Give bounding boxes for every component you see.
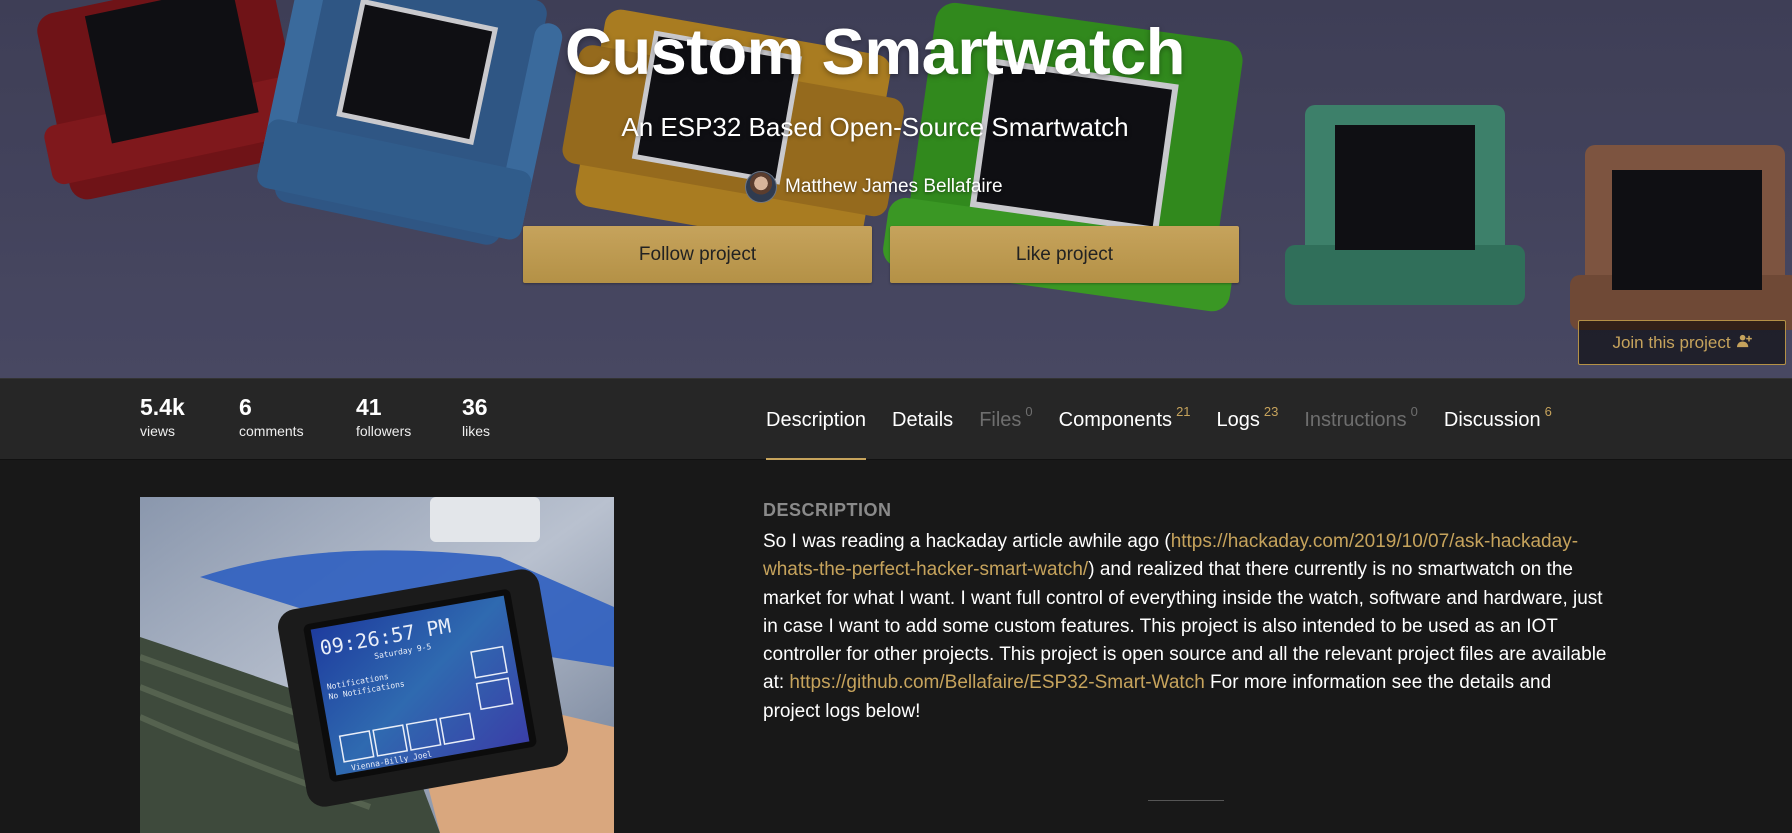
section-divider	[1148, 800, 1224, 801]
join-project-button[interactable]: Join this project	[1578, 320, 1786, 365]
tab-discussion[interactable]: Discussion 6	[1444, 379, 1552, 461]
tab-count: 0	[1025, 403, 1033, 419]
tab-details[interactable]: Details	[892, 379, 953, 461]
stat-label: likes	[462, 423, 491, 439]
smartwatch-photo: 09:26:57 PM Saturday 9-5 Notifications N…	[140, 497, 614, 833]
join-project-label: Join this project	[1612, 332, 1731, 352]
stat-likes: 36 likes	[462, 393, 490, 439]
tab-label: Description	[766, 408, 867, 431]
tab-label: Details	[892, 408, 954, 431]
tab-files[interactable]: Files 0	[979, 379, 1032, 461]
stat-value: 36	[462, 394, 488, 420]
follow-project-button[interactable]: Follow project	[523, 226, 872, 283]
stat-label: followers	[356, 423, 412, 439]
tab-label: Files	[979, 408, 1022, 431]
tab-logs[interactable]: Logs 23	[1217, 379, 1279, 461]
user-plus-icon	[1736, 333, 1752, 352]
like-project-button[interactable]: Like project	[890, 226, 1239, 283]
author-name[interactable]: Matthew James Bellafaire	[785, 176, 1003, 198]
stat-followers: 41 followers	[356, 393, 411, 439]
tab-label: Components	[1058, 408, 1173, 431]
stat-views: 5.4k views	[140, 393, 185, 439]
tab-count: 0	[1410, 403, 1418, 419]
tab-count: 23	[1263, 403, 1279, 419]
description-text: So I was reading a hackaday article awhi…	[763, 528, 1613, 726]
project-hero: Custom Smartwatch An ESP32 Based Open-So…	[0, 0, 1792, 378]
tab-count: 6	[1544, 403, 1552, 419]
stat-value: 41	[356, 394, 382, 420]
stat-value: 5.4k	[140, 394, 185, 420]
stat-comments: 6 comments	[239, 393, 304, 439]
github-repo-link[interactable]: https://github.com/Bellafaire/ESP32-Smar…	[789, 672, 1204, 693]
stat-label: views	[140, 423, 176, 439]
tab-label: Discussion	[1443, 408, 1541, 431]
tab-label: Instructions	[1304, 408, 1407, 431]
description-heading: DESCRIPTION	[763, 500, 892, 520]
tab-instructions[interactable]: Instructions 0	[1304, 379, 1418, 461]
stat-value: 6	[239, 394, 252, 420]
project-content: 09:26:57 PM Saturday 9-5 Notifications N…	[0, 460, 1792, 833]
project-subtitle: An ESP32 Based Open-Source Smartwatch	[621, 112, 1129, 142]
tab-description[interactable]: Description	[766, 379, 867, 461]
description-text-part: So I was reading a hackaday article awhi…	[763, 531, 1171, 552]
tab-components[interactable]: Components 21	[1059, 379, 1191, 461]
tab-label: Logs	[1216, 408, 1260, 431]
project-title: Custom Smartwatch	[565, 15, 1185, 88]
stat-label: comments	[239, 423, 304, 439]
author-avatar[interactable]	[745, 171, 777, 203]
project-author[interactable]: Matthew James Bellafaire	[745, 169, 1003, 205]
project-photo[interactable]: 09:26:57 PM Saturday 9-5 Notifications N…	[140, 497, 614, 833]
tab-count: 21	[1176, 403, 1191, 419]
project-stats-bar: 5.4k views 6 comments 41 followers 36 li…	[0, 378, 1792, 461]
project-tabs: Description Details Files 0 Components 21 …	[766, 379, 1578, 461]
